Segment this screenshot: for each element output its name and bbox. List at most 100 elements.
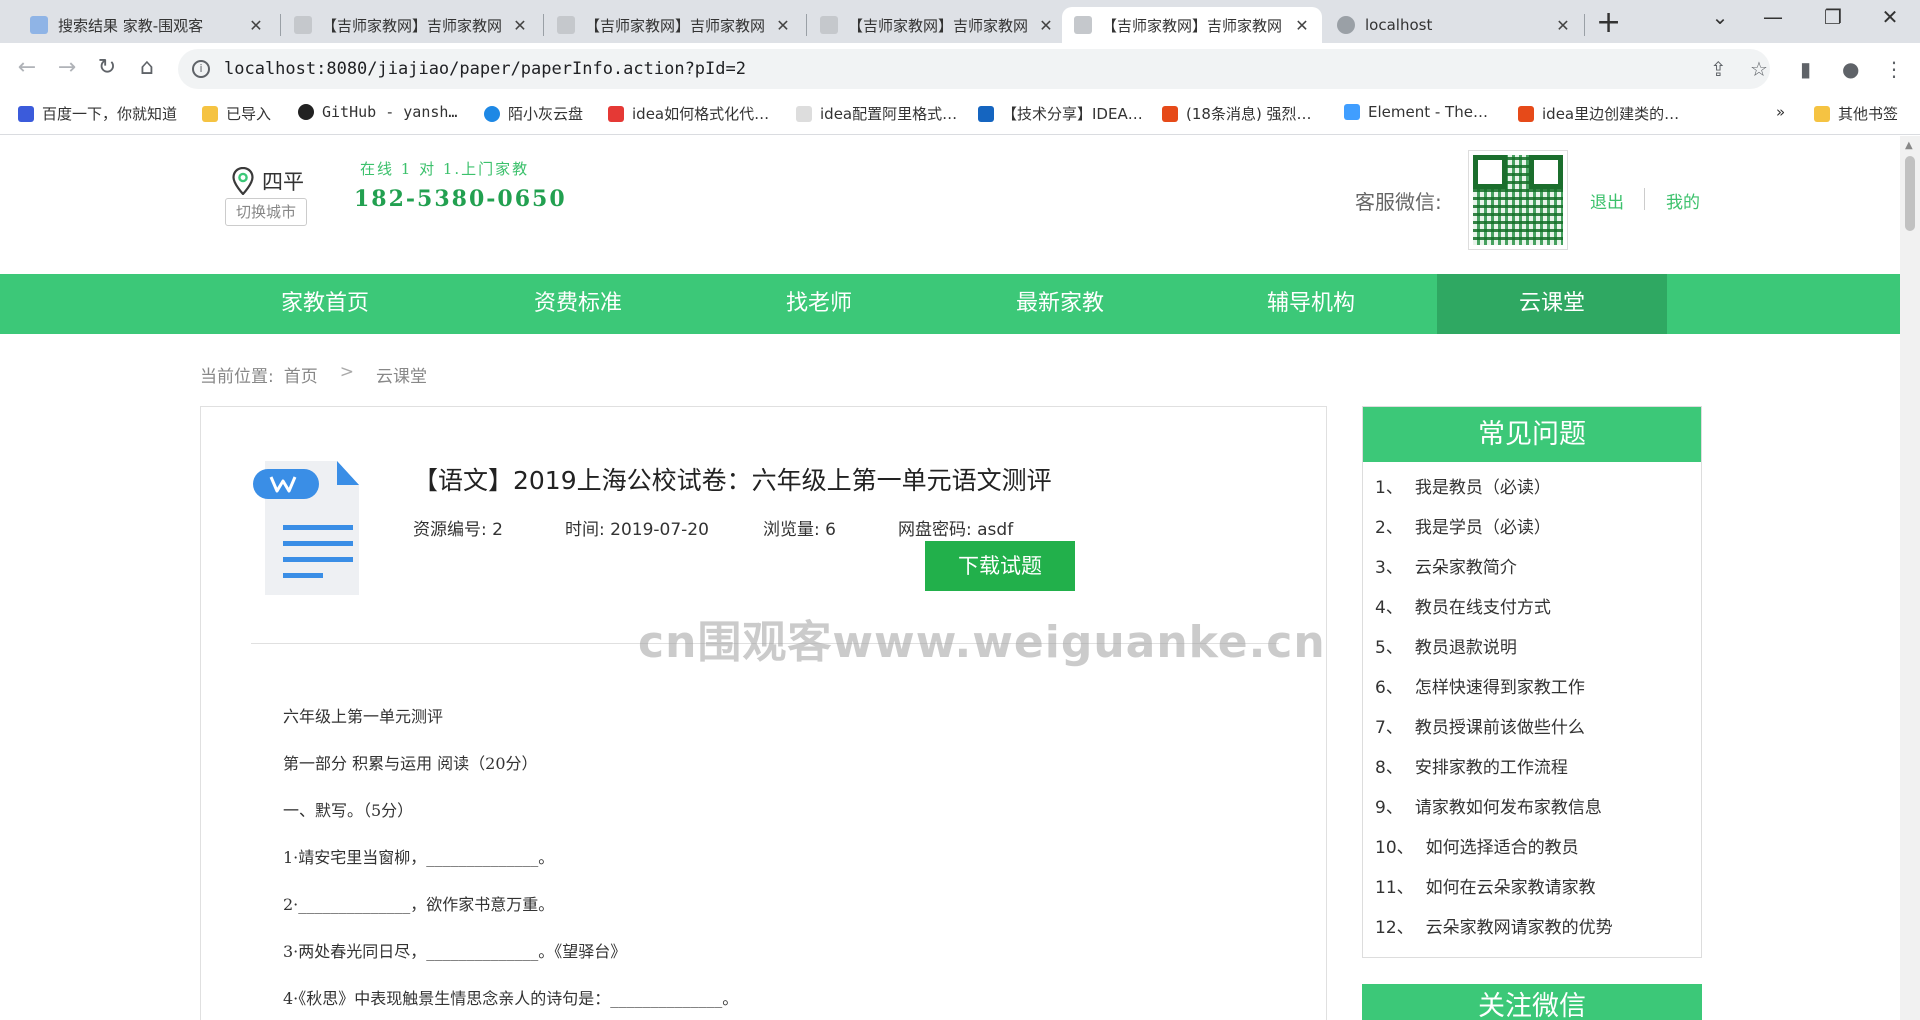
browser-tab-active[interactable]: 【吉师家教网】吉师家教网 ✕ <box>1062 7 1322 43</box>
browser-tab[interactable]: 【吉师家教网】吉师家教网 ✕ <box>545 7 803 43</box>
tab-title: 搜索结果 家教-围观客 <box>58 16 204 35</box>
github-icon <box>298 104 314 120</box>
browser-tab[interactable]: 【吉师家教网】吉师家教网 ✕ <box>808 7 1066 43</box>
new-tab-button[interactable]: + <box>1596 5 1621 40</box>
bookmark-item[interactable]: Element - The… <box>1344 103 1488 121</box>
breadcrumb-home-link[interactable]: 首页 <box>284 362 318 387</box>
site-info-icon[interactable]: i <box>192 60 210 78</box>
faq-link[interactable]: 云朵家教网请家教的优势 <box>1426 918 1613 938</box>
tab-close-icon[interactable]: ✕ <box>512 16 528 35</box>
main-nav: 家教首页 资费标准 找老师 最新家教 辅导机构 云课堂 <box>0 274 1900 334</box>
bookmark-item[interactable]: 陌小灰云盘 <box>484 103 583 124</box>
nav-pricing[interactable]: 资费标准 <box>463 274 693 334</box>
reload-button[interactable]: ↻ <box>92 55 122 80</box>
tab-title: 【吉师家教网】吉师家教网 <box>585 16 766 35</box>
browser-tab[interactable]: localhost ✕ <box>1325 7 1583 43</box>
tab-separator <box>806 14 807 36</box>
faq-item[interactable]: 1、 我是教员（必读） <box>1375 468 1701 508</box>
faq-link[interactable]: 如何在云朵家教请家教 <box>1426 878 1596 898</box>
tab-close-icon[interactable]: ✕ <box>775 16 791 35</box>
page-scrollbar[interactable]: ▲ <box>1900 136 1920 1020</box>
nav-latest-tutoring[interactable]: 最新家教 <box>945 274 1175 334</box>
faq-item[interactable]: 6、 怎样快速得到家教工作 <box>1375 668 1701 708</box>
tab-close-icon[interactable]: ✕ <box>1038 16 1054 35</box>
folder-icon <box>1814 105 1830 122</box>
browser-tab-bar: 搜索结果 家教-围观客 ✕ 【吉师家教网】吉师家教网 ✕ 【吉师家教网】吉师家教… <box>0 0 1920 43</box>
profile-avatar-icon[interactable]: ● <box>1842 57 1859 81</box>
bookmarks-more-button[interactable]: » <box>1776 103 1785 121</box>
other-bookmarks[interactable]: 其他书签 <box>1814 103 1898 124</box>
paper-time: 时间: 2019-07-20 <box>565 520 709 540</box>
switch-city-button[interactable]: 切换城市 <box>225 198 307 226</box>
zhihu-icon <box>978 105 994 122</box>
browser-tab[interactable]: 【吉师家教网】吉师家教网 ✕ <box>282 7 540 43</box>
tab-close-icon[interactable]: ✕ <box>1294 16 1310 35</box>
bookmark-label: Element - The… <box>1368 103 1488 121</box>
bookmark-item[interactable]: GitHub - yansh… <box>298 103 457 121</box>
paper-detail-panel: 【语文】2019上海公校试卷：六年级上第一单元语文测评 资源编号: 2 时间: … <box>200 406 1327 1020</box>
breadcrumb-label: 当前位置: <box>200 367 274 387</box>
restore-button[interactable]: ❐ <box>1813 5 1853 29</box>
baidu-icon <box>18 105 34 122</box>
nav-institutions[interactable]: 辅导机构 <box>1196 274 1426 334</box>
faq-item[interactable]: 2、 我是学员（必读） <box>1375 508 1701 548</box>
faq-item[interactable]: 4、 教员在线支付方式 <box>1375 588 1701 628</box>
breadcrumb: 当前位置: 首页 > 云课堂 <box>200 362 427 387</box>
minimize-button[interactable]: — <box>1753 5 1793 29</box>
forward-button[interactable]: → <box>52 55 82 80</box>
bookmark-item[interactable]: (18条消息) 强烈… <box>1162 103 1312 124</box>
faq-link[interactable]: 我是教员（必读） <box>1415 478 1551 498</box>
nav-cloud-classroom[interactable]: 云课堂 <box>1437 274 1667 334</box>
faq-link[interactable]: 请家教如何发布家教信息 <box>1415 798 1602 818</box>
back-button[interactable]: ← <box>12 55 42 80</box>
bookmark-item[interactable]: 【技术分享】IDEA… <box>978 103 1143 124</box>
tab-close-icon[interactable]: ✕ <box>248 16 264 35</box>
faq-number: 4、 <box>1375 598 1403 618</box>
side-panel-icon[interactable]: ▮ <box>1800 57 1811 81</box>
faq-link[interactable]: 云朵家教简介 <box>1415 558 1517 578</box>
breadcrumb-current: 云课堂 <box>375 367 427 387</box>
faq-number: 6、 <box>1375 678 1403 698</box>
faq-item[interactable]: 3、 云朵家教简介 <box>1375 548 1701 588</box>
logout-link[interactable]: 退出 <box>1590 188 1624 213</box>
faq-item[interactable]: 12、 云朵家教网请家教的优势 <box>1375 908 1701 948</box>
faq-item[interactable]: 5、 教员退款说明 <box>1375 628 1701 668</box>
tab-close-icon[interactable]: ✕ <box>1555 16 1571 35</box>
cloud-icon <box>484 105 500 122</box>
bookmark-star-icon[interactable]: ☆ <box>1750 57 1768 81</box>
phone-number: 182-5380-0650 <box>354 186 567 212</box>
faq-item[interactable]: 11、 如何在云朵家教请家教 <box>1375 868 1701 908</box>
scrollbar-thumb[interactable] <box>1905 156 1915 231</box>
tab-search-dropdown-icon[interactable]: ⌄ <box>1700 5 1740 29</box>
faq-link[interactable]: 安排家教的工作流程 <box>1415 758 1568 778</box>
faq-link[interactable]: 教员授课前该做些什么 <box>1415 718 1585 738</box>
faq-link[interactable]: 我是学员（必读） <box>1415 518 1551 538</box>
download-paper-button[interactable]: 下载试题 <box>925 541 1075 591</box>
scroll-up-arrow-icon[interactable]: ▲ <box>1905 140 1913 151</box>
browser-menu-icon[interactable]: ⋮ <box>1884 57 1904 81</box>
browser-tab[interactable]: 搜索结果 家教-围观客 ✕ <box>18 7 276 43</box>
bookmark-item[interactable]: 百度一下，你就知道 <box>18 103 177 124</box>
tab-favicon-icon <box>557 16 575 34</box>
faq-item[interactable]: 8、 安排家教的工作流程 <box>1375 748 1701 788</box>
bookmark-item[interactable]: idea如何格式化代… <box>608 103 769 124</box>
nav-home[interactable]: 家教首页 <box>210 274 440 334</box>
my-account-link[interactable]: 我的 <box>1666 188 1700 213</box>
faq-link[interactable]: 教员在线支付方式 <box>1415 598 1551 618</box>
tab-title: 【吉师家教网】吉师家教网 <box>1102 16 1283 35</box>
share-icon[interactable]: ⇪ <box>1710 57 1727 81</box>
faq-item[interactable]: 10、 如何选择适合的教员 <box>1375 828 1701 868</box>
faq-link[interactable]: 教员退款说明 <box>1415 638 1517 658</box>
url-input[interactable]: i localhost:8080/jiajiao/paper/paperInfo… <box>178 49 1770 89</box>
faq-item[interactable]: 7、 教员授课前该做些什么 <box>1375 708 1701 748</box>
bookmark-item[interactable]: idea里边创建类的… <box>1518 103 1679 124</box>
tab-separator <box>280 14 281 36</box>
faq-link[interactable]: 如何选择适合的教员 <box>1426 838 1579 858</box>
close-window-button[interactable]: ✕ <box>1870 5 1910 29</box>
home-button[interactable]: ⌂ <box>132 55 162 80</box>
bookmark-item[interactable]: 已导入 <box>202 103 271 124</box>
faq-item[interactable]: 9、 请家教如何发布家教信息 <box>1375 788 1701 828</box>
faq-link[interactable]: 怎样快速得到家教工作 <box>1415 678 1585 698</box>
nav-find-teacher[interactable]: 找老师 <box>704 274 934 334</box>
bookmark-item[interactable]: idea配置阿里格式… <box>796 103 957 124</box>
